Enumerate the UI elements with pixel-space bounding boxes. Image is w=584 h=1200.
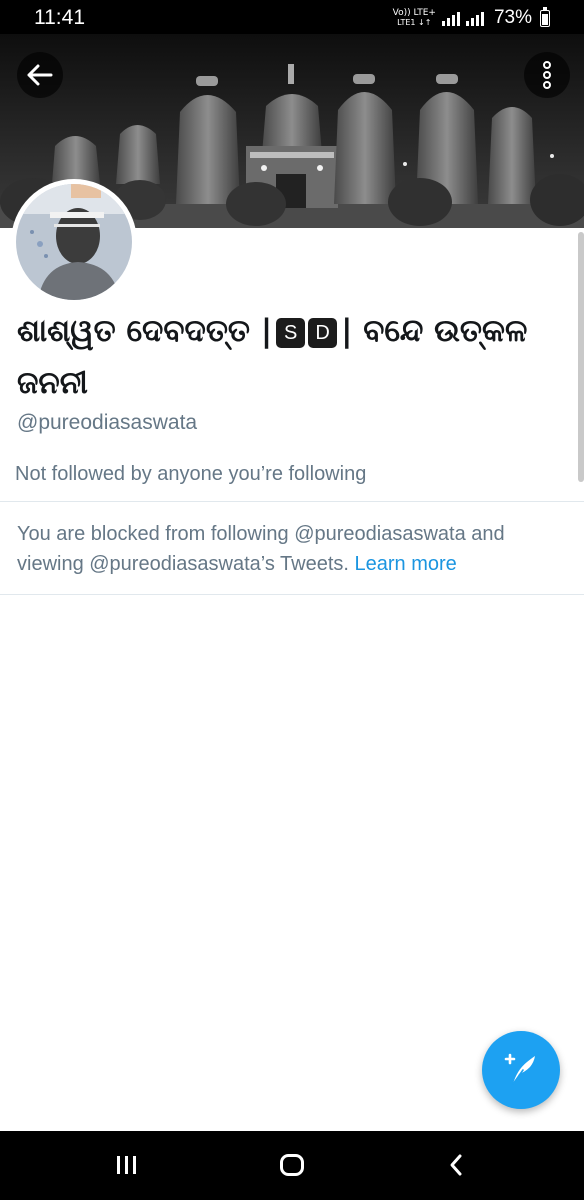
profile-display-name: ଶାଶ୍ୱତ ଦେବଦତ୍ତ | S D | ବନ୍ଦେ ଉତ୍କଳ ଜନନୀ (17, 305, 567, 409)
home-button[interactable] (272, 1149, 312, 1181)
display-name-part1: ଶାଶ୍ୱତ ଦେବଦତ୍ତ | (17, 313, 273, 349)
sd-badge: SD (276, 317, 338, 348)
home-icon (280, 1154, 304, 1176)
vertical-dots-icon (543, 61, 551, 89)
compose-tweet-icon (504, 1053, 535, 1085)
network-type-top: Vo)) LTE+ (392, 8, 436, 18)
more-options-button[interactable] (524, 52, 570, 98)
divider-bottom (0, 594, 584, 595)
profile-avatar[interactable] (11, 179, 137, 305)
status-indicators: Vo)) LTE+ LTE1 ↓↑ 73% (393, 5, 550, 31)
badge-letter-s: S (276, 317, 306, 348)
badge-letter-d: D (308, 317, 338, 348)
signal-strength-icon (441, 10, 460, 26)
nav-back-icon (450, 1154, 462, 1176)
scrollbar-thumb[interactable] (578, 232, 584, 482)
network-type-bottom: LTE1 ↓↑ (397, 18, 432, 27)
android-navigation-bar (0, 1131, 584, 1200)
signal-strength-icon-sim2 (465, 10, 484, 26)
profile-handle: @pureodiasaswata (17, 411, 198, 434)
battery-percent: 73% (493, 7, 532, 28)
blocked-notice: You are blocked from following @pureodia… (17, 519, 573, 579)
network-type: Vo)) LTE+ LTE1 ↓↑ (393, 8, 436, 28)
followers-you-know-note: Not followed by anyone you’re following (15, 463, 367, 485)
status-time: 11:41 (34, 6, 85, 29)
battery-icon (540, 6, 550, 27)
recents-button[interactable] (107, 1149, 147, 1181)
compose-tweet-button[interactable] (482, 1031, 560, 1109)
nav-back-button[interactable] (436, 1149, 476, 1181)
recents-icon (117, 1156, 136, 1174)
arrow-left-icon (27, 64, 53, 86)
back-button[interactable] (17, 52, 63, 98)
learn-more-link[interactable]: Learn more (355, 553, 457, 575)
avatar-photo (16, 184, 132, 300)
status-bar: 11:41 Vo)) LTE+ LTE1 ↓↑ 73% (0, 0, 584, 34)
divider-top (0, 501, 584, 502)
